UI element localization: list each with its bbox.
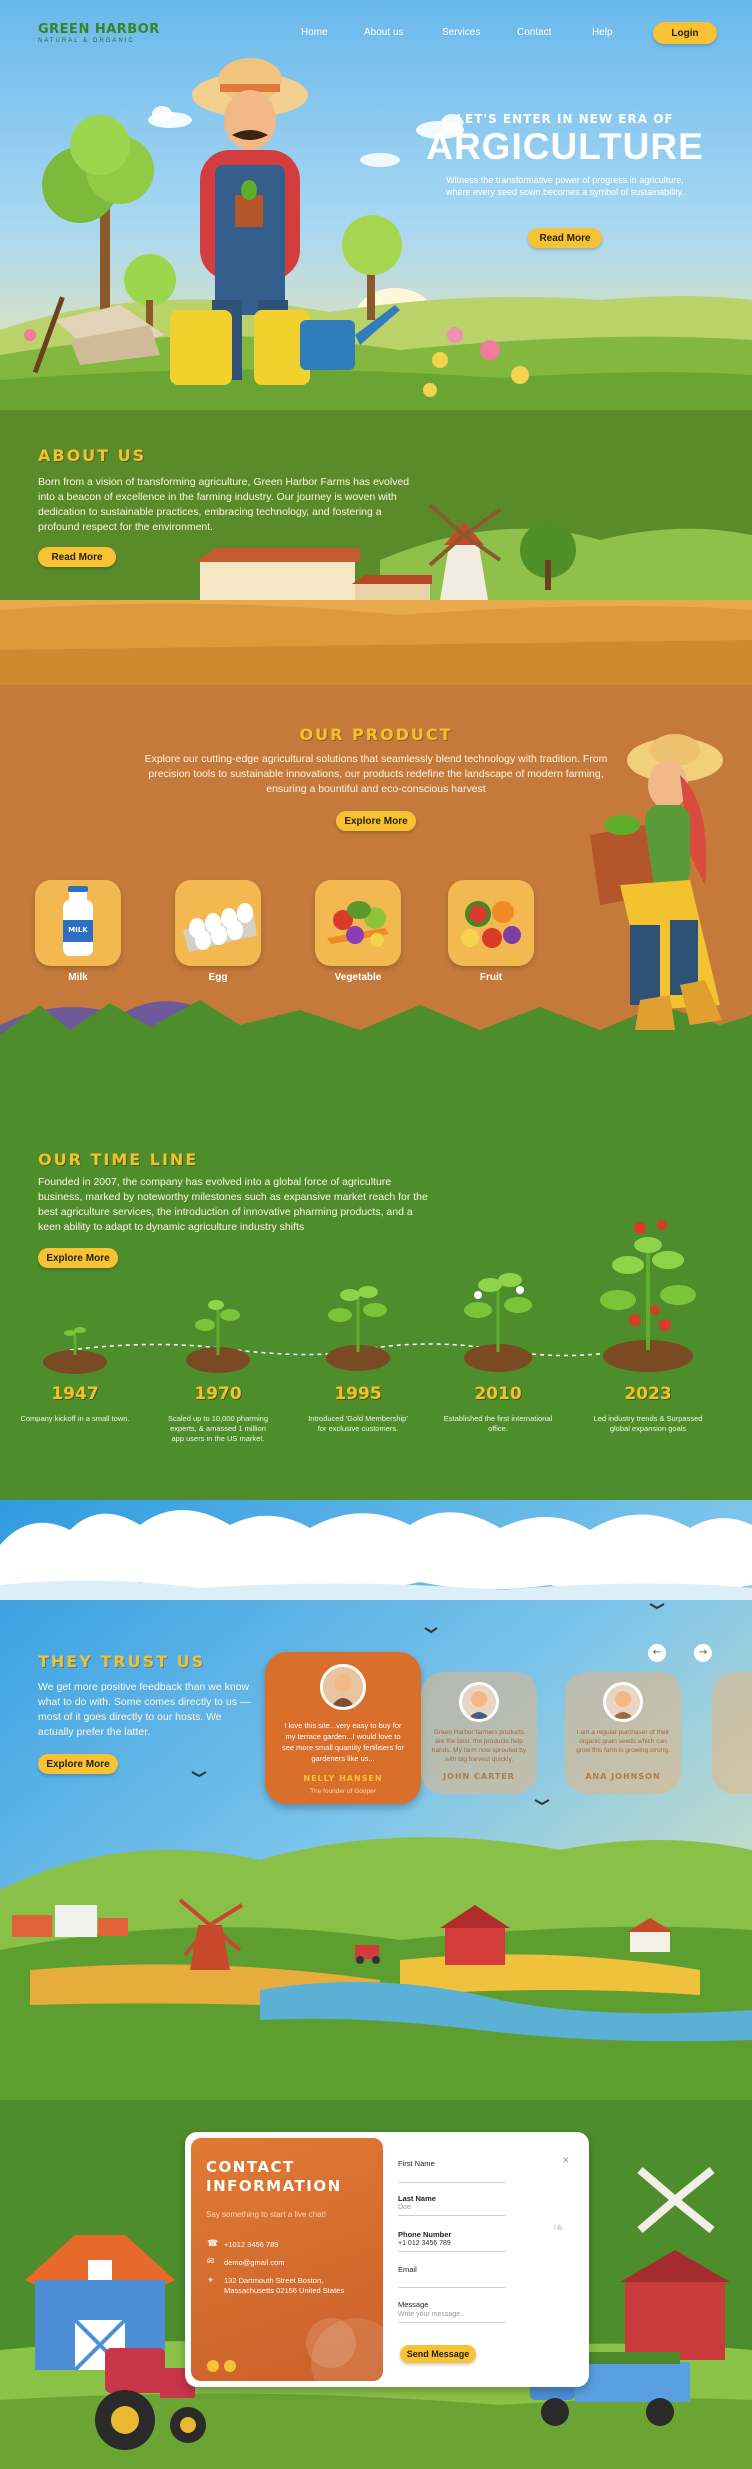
carousel-prev-button[interactable]: ← [648, 1644, 666, 1662]
message-field[interactable]: Write your message.. [398, 2311, 464, 2318]
hero-read-more-button[interactable]: Read More [528, 228, 602, 248]
trust-text: We get more positive feedback than we kn… [38, 1681, 251, 1738]
timeline-text: Founded in 2007, the company has evolved… [38, 1176, 428, 1233]
first-name-label: First Name [398, 2159, 435, 2168]
testimonial-quote: Green Harbor farmers products are the be… [431, 1729, 527, 1763]
brand-logo[interactable]: GREEN HARBOR NATURAL & ORGANIC [38, 22, 160, 44]
phone-icon: ☎ [207, 2239, 219, 2249]
nav-contact[interactable]: Contact [517, 27, 551, 38]
brand-tagline: NATURAL & ORGANIC [38, 38, 135, 44]
close-icon[interactable]: ✕ [562, 2156, 570, 2166]
last-name-field[interactable]: Doe [398, 2204, 411, 2211]
timeline-year-5: 2023 [624, 1384, 672, 1404]
contact-email: demo@gmail.com [224, 2258, 285, 2267]
testimonial-role: The founder of Gooper [310, 1788, 376, 1795]
message-label: Message [398, 2300, 429, 2309]
timeline-desc-3: Introduced 'Gold Membership' for exclusi… [308, 1414, 408, 1433]
milk-bottle-icon [63, 886, 93, 956]
nav-about[interactable]: About us [364, 27, 403, 38]
fruit-basket-icon [461, 901, 521, 948]
first-name-underline [398, 2182, 506, 2183]
product-label-milk: Milk [68, 972, 88, 983]
milk-badge: MILK [68, 926, 88, 934]
product-label-vegetable: Vegetable [334, 972, 382, 983]
product-title: OUR PRODUCT [299, 725, 453, 744]
hero-kicker: LET'S ENTER IN NEW ERA OF [456, 112, 674, 126]
timeline-desc-1: Company kickoff in a small town. [20, 1414, 130, 1423]
trust-explore-more-button[interactable]: Explore More [38, 1754, 118, 1774]
testimonial-quote: I am a regular purchaser of their organi… [576, 1729, 670, 1754]
timeline-title: OUR TIME LINE [38, 1150, 199, 1169]
last-name-label: Last Name [398, 2194, 436, 2203]
hero-section [0, 0, 752, 410]
product-card-milk[interactable]: MILK [35, 880, 121, 966]
email-field[interactable] [398, 2275, 506, 2285]
product-card-vegetable[interactable] [315, 880, 401, 966]
testimonial-quote: I love this site...very easy to buy for … [281, 1721, 405, 1763]
product-text: Explore our cutting-edge agricultural so… [144, 753, 608, 795]
carousel-next-button[interactable]: → [694, 1644, 712, 1662]
nav-services[interactable]: Services [442, 27, 480, 38]
location-icon: ⌖ [208, 2276, 214, 2286]
email-underline [398, 2287, 506, 2288]
testimonial-card-4-partial[interactable] [712, 1672, 752, 1794]
product-explore-more-button[interactable]: Explore More [336, 811, 416, 831]
about-read-more-button[interactable]: Read More [38, 547, 116, 567]
timeline-year-2: 1970 [194, 1384, 242, 1404]
timeline-year-4: 2010 [474, 1384, 522, 1404]
message-underline [398, 2322, 506, 2323]
testimonial-card-2[interactable]: Green Harbor farmers products are the be… [421, 1672, 537, 1794]
egg-carton-icon [183, 903, 257, 952]
feather-icon: ❧ [552, 2218, 566, 2237]
about-title: ABOUT US [38, 446, 147, 465]
social-icon-2[interactable] [224, 2360, 236, 2372]
brand-name: GREEN HARBOR [38, 22, 160, 37]
phone-field[interactable]: +1 012 3456 789 [398, 2240, 451, 2247]
testimonial-name: JOHN CARTER [443, 1772, 515, 1781]
nav-home[interactable]: Home [301, 27, 328, 38]
nav-help[interactable]: Help [592, 27, 613, 38]
product-card-fruit[interactable] [448, 880, 534, 966]
product-label-fruit: Fruit [479, 972, 503, 983]
contact-phone: +1012 3456 789 [224, 2240, 279, 2249]
testimonial-name: NELLY HANSEN [303, 1774, 383, 1783]
contact-title: CONTACT INFORMATION [206, 2158, 342, 2195]
contact-address: 132 Dartmouth Street Boston, Massachuset… [224, 2276, 345, 2295]
timeline-desc-4: Established the first international offi… [443, 1414, 553, 1433]
trust-title: THEY TRUST US [38, 1652, 206, 1671]
about-text: Born from a vision of transforming agric… [38, 476, 410, 533]
hero-subtitle: Witness the transformative power of prog… [446, 175, 684, 197]
avatar [320, 1664, 366, 1710]
hero-title: ARGICULTURE [426, 126, 704, 167]
avatar [459, 1682, 499, 1722]
phone-label: Phone Number [398, 2230, 452, 2239]
hero-illustration [0, 0, 752, 410]
email-icon: ✉ [207, 2257, 215, 2267]
testimonial-card-3[interactable]: I am a regular purchaser of their organi… [565, 1672, 681, 1794]
contact-subtitle: Say something to start a live chat! [206, 2210, 327, 2219]
timeline-year-1: 1947 [51, 1384, 99, 1404]
timeline-desc-2: Scaled up to 10,000 pharming experts, & … [167, 1414, 269, 1443]
first-name-field[interactable] [398, 2170, 506, 2180]
email-label: Email [398, 2265, 417, 2274]
send-message-button[interactable]: Send Message [400, 2345, 476, 2363]
login-button[interactable]: Login [653, 22, 717, 44]
testimonial-card-1[interactable]: I love this site...very easy to buy for … [265, 1652, 421, 1804]
last-name-underline [398, 2215, 506, 2216]
social-icon-1[interactable] [207, 2360, 219, 2372]
product-card-egg[interactable] [175, 880, 261, 966]
avatar [603, 1682, 643, 1722]
vegetable-basket-icon [327, 901, 389, 947]
product-label-egg: Egg [208, 972, 228, 983]
timeline-desc-5: Led industry trends & Surpassed global e… [593, 1414, 703, 1433]
phone-underline [398, 2251, 506, 2252]
timeline-explore-more-button[interactable]: Explore More [38, 1248, 118, 1268]
testimonial-name: ANA JOHNSON [585, 1772, 661, 1781]
timeline-year-3: 1995 [334, 1384, 382, 1404]
